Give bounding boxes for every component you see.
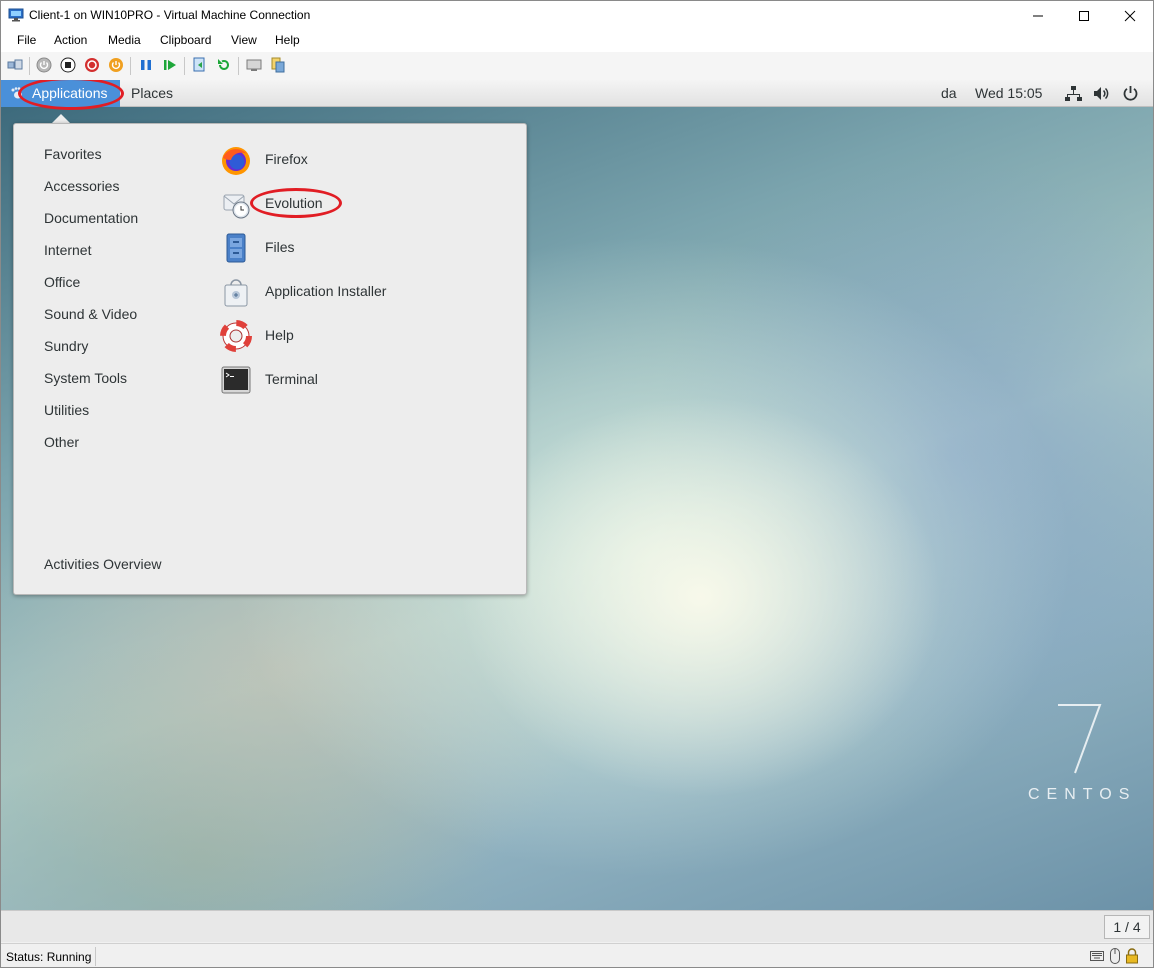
menu-media[interactable]: Media xyxy=(108,33,141,47)
gnome-bottom-bar: 1 / 4 xyxy=(1,910,1153,942)
revert-icon[interactable] xyxy=(216,57,232,73)
status-separator xyxy=(95,947,96,966)
app-label: Application Installer xyxy=(265,283,387,299)
app-files[interactable]: Files xyxy=(220,230,480,266)
evolution-icon xyxy=(223,194,250,219)
app-label: Files xyxy=(265,239,295,255)
keyboard-layout-indicator[interactable]: da xyxy=(941,85,957,101)
menu-clipboard[interactable]: Clipboard xyxy=(160,33,211,47)
centos-7-logo xyxy=(1058,704,1102,774)
app-label: Terminal xyxy=(265,371,318,387)
minimize-button[interactable] xyxy=(1015,1,1061,30)
places-menu[interactable]: Places xyxy=(131,85,173,101)
terminal-icon xyxy=(221,366,251,394)
save-icon[interactable] xyxy=(108,57,124,73)
menu-bar: File Action Media Clipboard View Help xyxy=(1,30,1153,52)
enhanced-session-icon[interactable] xyxy=(246,57,262,73)
app-firefox[interactable]: Firefox xyxy=(220,142,480,178)
menu-view[interactable]: View xyxy=(231,33,257,47)
files-icon xyxy=(226,233,246,263)
toolbar-separator xyxy=(184,57,185,75)
menu-action[interactable]: Action xyxy=(54,33,87,47)
category-other[interactable]: Other xyxy=(44,434,79,450)
mouse-icon xyxy=(1110,948,1120,964)
workspace-indicator[interactable]: 1 / 4 xyxy=(1104,915,1150,939)
gnome-top-bar: Applications Places da Wed 15:05 xyxy=(1,80,1153,110)
status-text: Status: Running xyxy=(6,950,92,964)
menu-help[interactable]: Help xyxy=(275,33,300,47)
app-label: Help xyxy=(265,327,294,343)
app-terminal[interactable]: Terminal xyxy=(220,362,480,398)
activities-overview[interactable]: Activities Overview xyxy=(44,556,161,572)
minimize-icon xyxy=(1033,15,1043,17)
turn-off-icon[interactable] xyxy=(60,57,76,73)
category-office[interactable]: Office xyxy=(44,274,80,290)
toolbar-separator xyxy=(238,57,239,75)
vm-connection-window: Client-1 on WIN10PRO - Virtual Machine C… xyxy=(0,0,1154,968)
app-application-installer[interactable]: Application Installer xyxy=(220,274,480,310)
help-lifebuoy-icon xyxy=(220,320,252,352)
category-accessories[interactable]: Accessories xyxy=(44,178,119,194)
toolbar-separator xyxy=(130,57,131,75)
app-installer-icon xyxy=(224,279,248,307)
share-icon[interactable] xyxy=(270,57,286,73)
category-sundry[interactable]: Sundry xyxy=(44,338,88,354)
category-internet[interactable]: Internet xyxy=(44,242,91,258)
vm-connection-icon xyxy=(8,8,24,22)
lock-icon xyxy=(1126,948,1138,964)
window-title: Client-1 on WIN10PRO - Virtual Machine C… xyxy=(29,8,311,22)
category-favorites[interactable]: Favorites xyxy=(44,146,102,162)
volume-icon[interactable] xyxy=(1093,85,1110,102)
firefox-icon xyxy=(222,147,250,175)
checkpoint-icon[interactable] xyxy=(192,57,208,73)
maximize-icon xyxy=(1079,11,1089,21)
toolbar xyxy=(1,52,1153,80)
centos-wordmark: CENTOS xyxy=(1028,786,1137,803)
title-bar: Client-1 on WIN10PRO - Virtual Machine C… xyxy=(1,1,1153,30)
maximize-button[interactable] xyxy=(1061,1,1107,30)
pause-icon[interactable] xyxy=(138,57,154,73)
network-icon[interactable] xyxy=(1065,85,1082,102)
status-bar: Status: Running xyxy=(1,943,1153,967)
toolbar-separator xyxy=(29,57,30,75)
menu-file[interactable]: File xyxy=(17,33,36,47)
keyboard-icon xyxy=(1090,951,1104,961)
close-button[interactable] xyxy=(1107,1,1153,30)
applications-menu: Favorites Accessories Documentation Inte… xyxy=(13,123,527,595)
clock[interactable]: Wed 15:05 xyxy=(975,85,1042,101)
category-utilities[interactable]: Utilities xyxy=(44,402,89,418)
resume-icon[interactable] xyxy=(162,57,178,73)
guest-screen[interactable]: Applications Places da Wed 15:05 Favorit… xyxy=(1,80,1153,910)
category-sound-video[interactable]: Sound & Video xyxy=(44,306,137,322)
close-icon xyxy=(1124,10,1136,22)
app-help[interactable]: Help xyxy=(220,318,480,354)
app-label: Firefox xyxy=(265,151,308,167)
start-icon[interactable] xyxy=(36,57,52,73)
shut-down-icon[interactable] xyxy=(84,57,100,73)
annotation-circle xyxy=(250,188,342,218)
category-system-tools[interactable]: System Tools xyxy=(44,370,127,386)
power-icon[interactable] xyxy=(1122,85,1139,102)
category-documentation[interactable]: Documentation xyxy=(44,210,138,226)
ctrl-alt-del-icon[interactable] xyxy=(7,57,23,73)
